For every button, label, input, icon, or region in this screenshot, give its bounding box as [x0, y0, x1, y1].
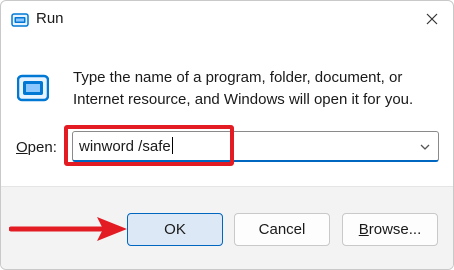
close-button[interactable]: [415, 5, 449, 33]
browse-mnemonic: B: [358, 221, 369, 238]
window-title: Run: [36, 10, 64, 27]
browse-button-label: Browse...: [359, 221, 422, 238]
run-app-icon: [11, 11, 29, 29]
dialog-description: Type the name of a program, folder, docu…: [73, 69, 414, 108]
browse-label-rest: rowse...: [368, 221, 422, 238]
open-combobox[interactable]: winword /safe: [72, 131, 439, 162]
ok-button-label: OK: [164, 221, 186, 238]
open-label-mnemonic: O: [16, 139, 28, 156]
browse-button[interactable]: Browse...: [342, 213, 438, 246]
run-icon: [16, 74, 50, 102]
cancel-button[interactable]: Cancel: [234, 213, 330, 246]
text-caret: [171, 137, 173, 154]
chevron-down-icon[interactable]: [418, 140, 432, 154]
ok-button[interactable]: OK: [127, 213, 223, 246]
open-label-rest: pen:: [27, 139, 57, 156]
open-input-value: winword /safe: [79, 138, 171, 155]
title-bar: Run: [1, 1, 453, 39]
cancel-button-label: Cancel: [258, 221, 306, 238]
open-input[interactable]: winword /safe: [79, 137, 173, 155]
open-label: Open:: [16, 139, 57, 156]
run-dialog: Run Type the name of a program, folder, …: [0, 0, 454, 270]
close-icon: [426, 13, 438, 25]
